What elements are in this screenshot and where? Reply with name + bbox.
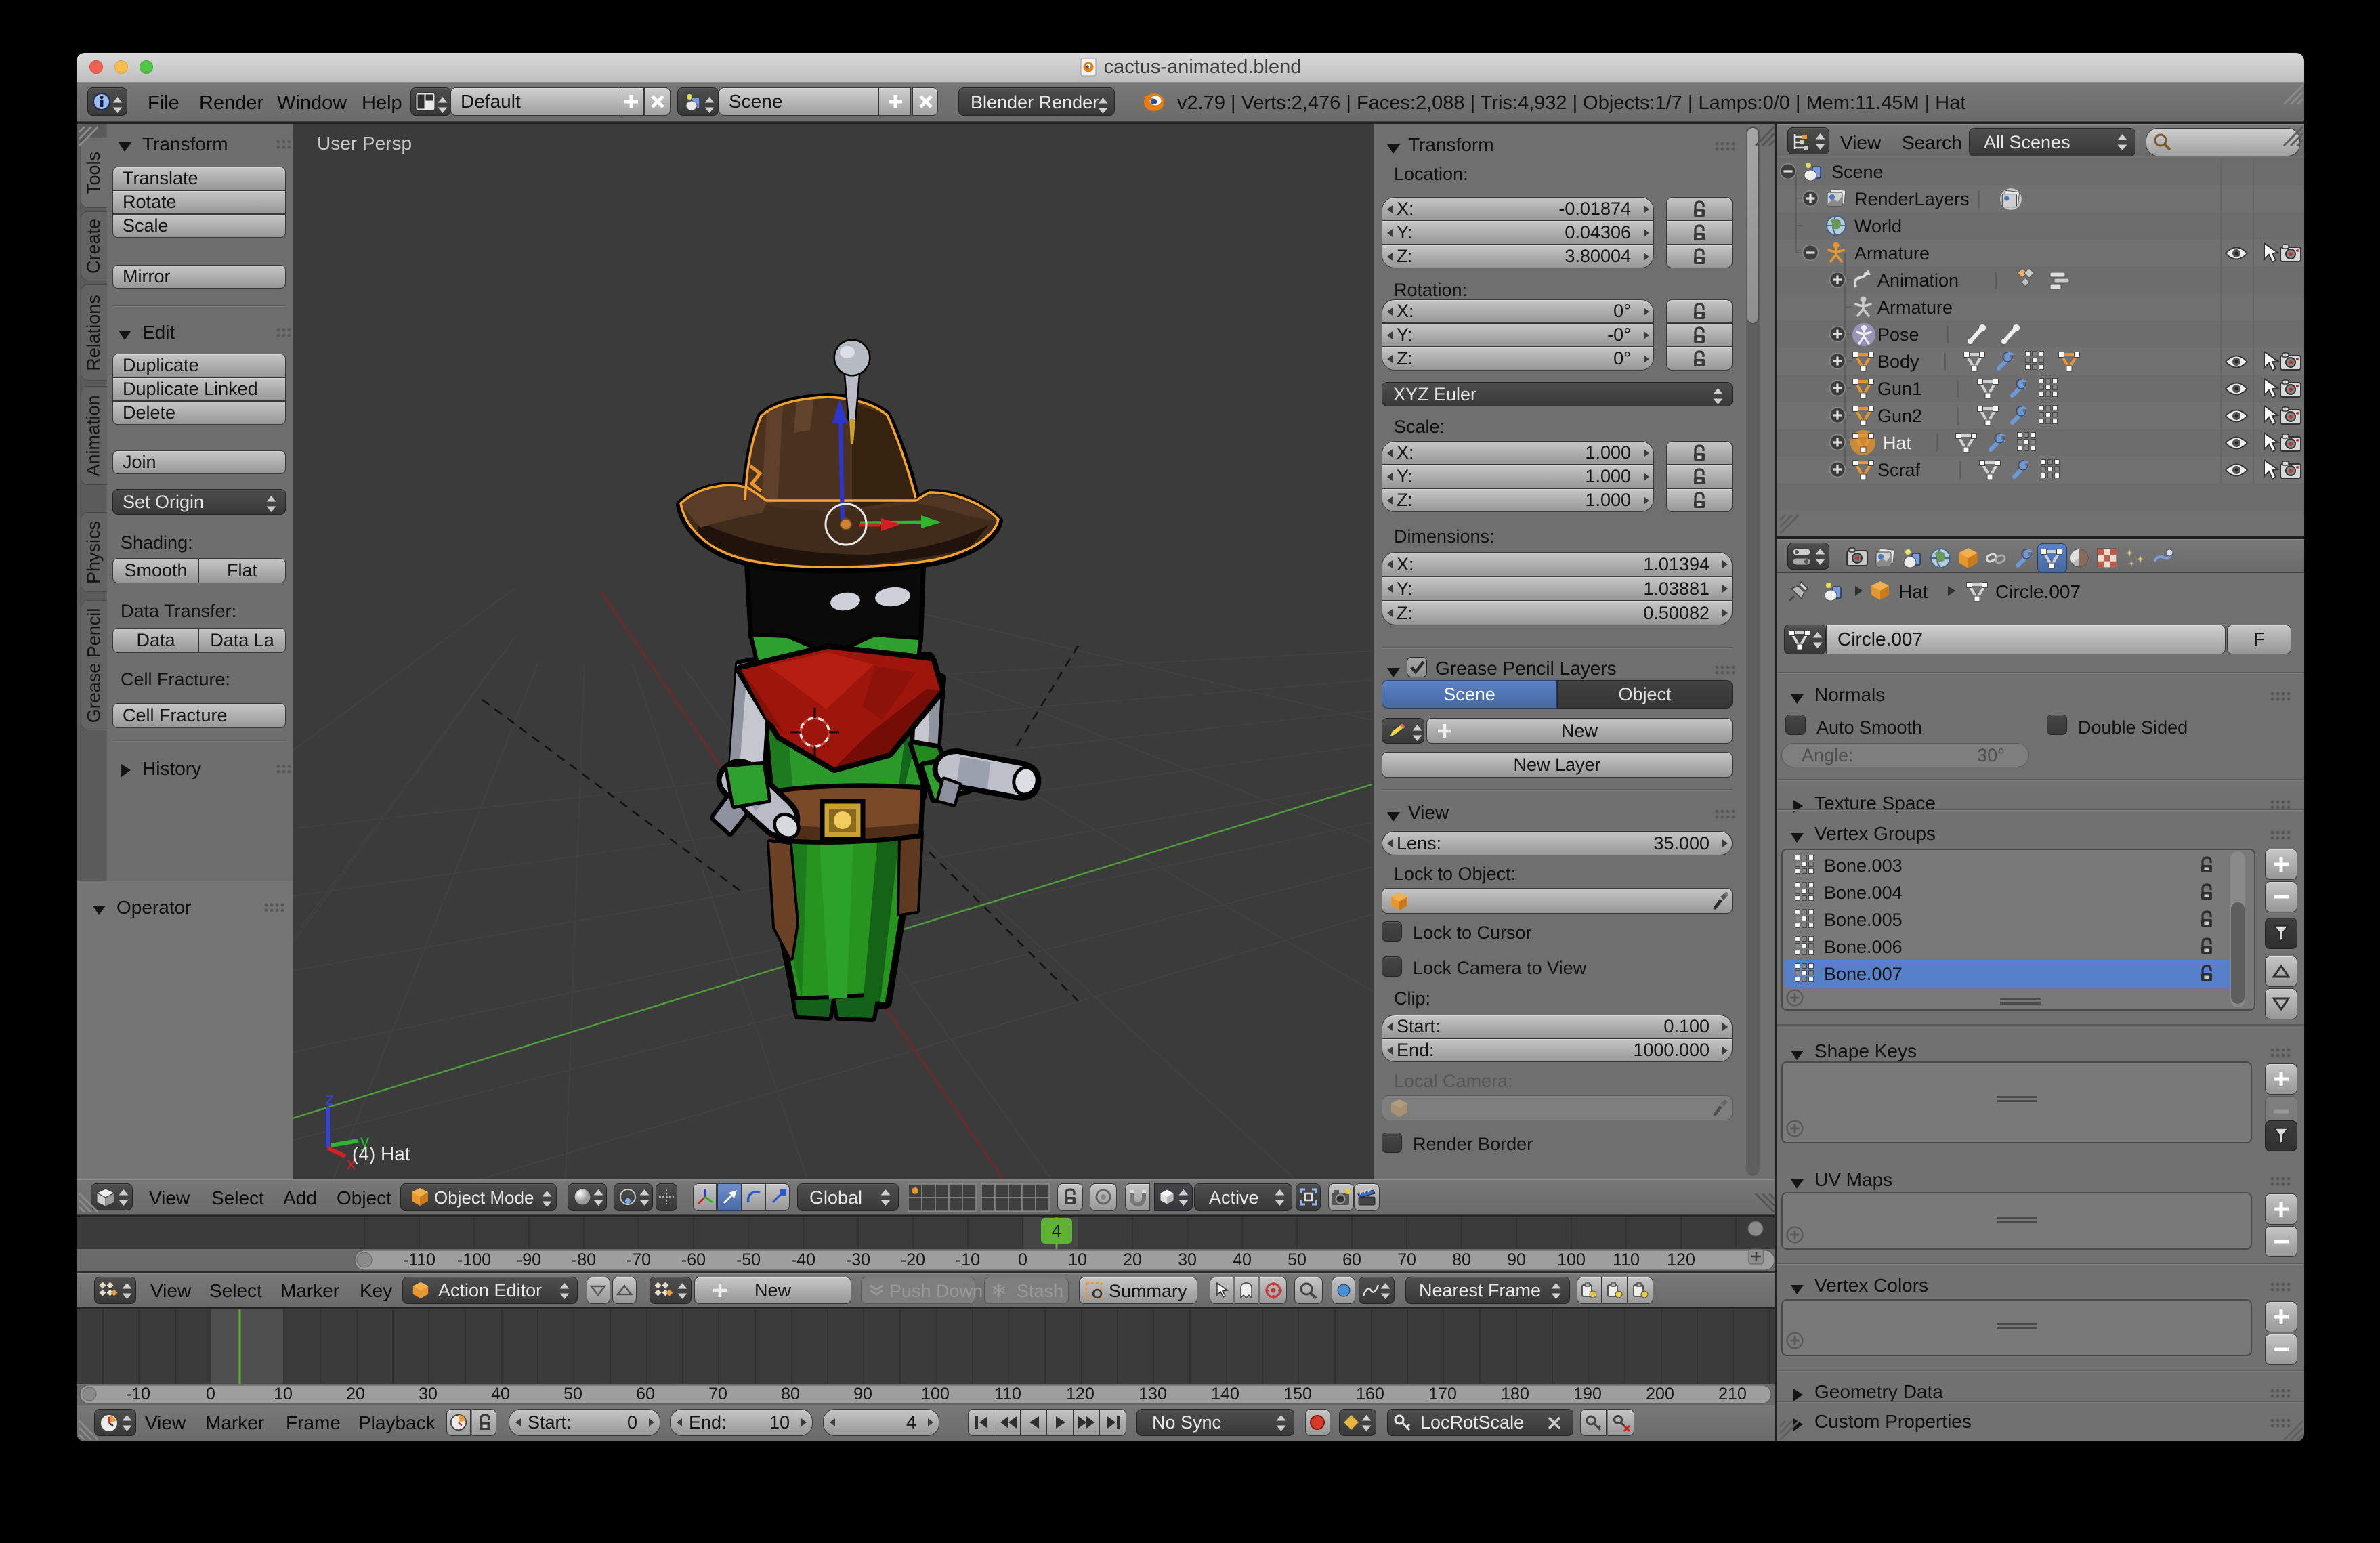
svg-text:100: 100: [921, 1385, 950, 1403]
svg-text:-40: -40: [791, 1250, 815, 1269]
svg-text:-70: -70: [626, 1250, 651, 1269]
svg-text:80: 80: [1452, 1250, 1471, 1269]
svg-text:(4) Hat: (4) Hat: [352, 1143, 410, 1164]
svg-text:50: 50: [1288, 1250, 1306, 1269]
svg-text:-50: -50: [736, 1250, 761, 1269]
svg-text:160: 160: [1356, 1385, 1384, 1403]
svg-text:110: 110: [994, 1385, 1021, 1403]
svg-text:40: 40: [491, 1385, 510, 1403]
svg-text:User Persp: User Persp: [317, 133, 412, 154]
svg-text:130: 130: [1139, 1385, 1167, 1403]
svg-text:10: 10: [274, 1385, 293, 1403]
svg-text:20: 20: [1123, 1250, 1142, 1269]
svg-text:-100: -100: [457, 1250, 491, 1269]
svg-text:10: 10: [1068, 1250, 1087, 1269]
svg-text:90: 90: [1507, 1250, 1526, 1269]
svg-text:-10: -10: [956, 1250, 980, 1269]
svg-text:110: 110: [1613, 1250, 1640, 1269]
svg-text:20: 20: [346, 1385, 365, 1403]
svg-text:50: 50: [564, 1385, 582, 1403]
svg-text:z: z: [325, 1088, 334, 1109]
svg-text:100: 100: [1557, 1250, 1586, 1269]
svg-text:4: 4: [1052, 1221, 1061, 1241]
svg-text:-20: -20: [901, 1250, 925, 1269]
svg-text:40: 40: [1233, 1250, 1252, 1269]
svg-text:190: 190: [1573, 1385, 1602, 1403]
svg-text:80: 80: [781, 1385, 800, 1403]
svg-text:90: 90: [853, 1385, 872, 1403]
svg-text:-90: -90: [517, 1250, 541, 1269]
svg-text:0: 0: [206, 1385, 215, 1403]
svg-text:-30: -30: [846, 1250, 870, 1269]
svg-text:210: 210: [1718, 1385, 1747, 1403]
svg-text:70: 70: [708, 1385, 727, 1403]
svg-text:-80: -80: [572, 1250, 596, 1269]
svg-text:150: 150: [1283, 1385, 1312, 1403]
svg-text:170: 170: [1428, 1385, 1457, 1403]
svg-text:-110: -110: [403, 1250, 435, 1269]
svg-text:70: 70: [1397, 1250, 1416, 1269]
svg-text:-60: -60: [681, 1250, 706, 1269]
svg-text:120: 120: [1667, 1250, 1695, 1269]
svg-text:120: 120: [1066, 1385, 1095, 1403]
svg-text:30: 30: [1178, 1250, 1197, 1269]
svg-text:30: 30: [419, 1385, 438, 1403]
svg-text:140: 140: [1211, 1385, 1239, 1403]
svg-text:-10: -10: [126, 1385, 150, 1403]
svg-text:60: 60: [1342, 1250, 1361, 1269]
svg-text:180: 180: [1501, 1385, 1529, 1403]
svg-text:200: 200: [1646, 1385, 1674, 1403]
svg-text:60: 60: [636, 1385, 655, 1403]
svg-text:0: 0: [1018, 1250, 1027, 1269]
